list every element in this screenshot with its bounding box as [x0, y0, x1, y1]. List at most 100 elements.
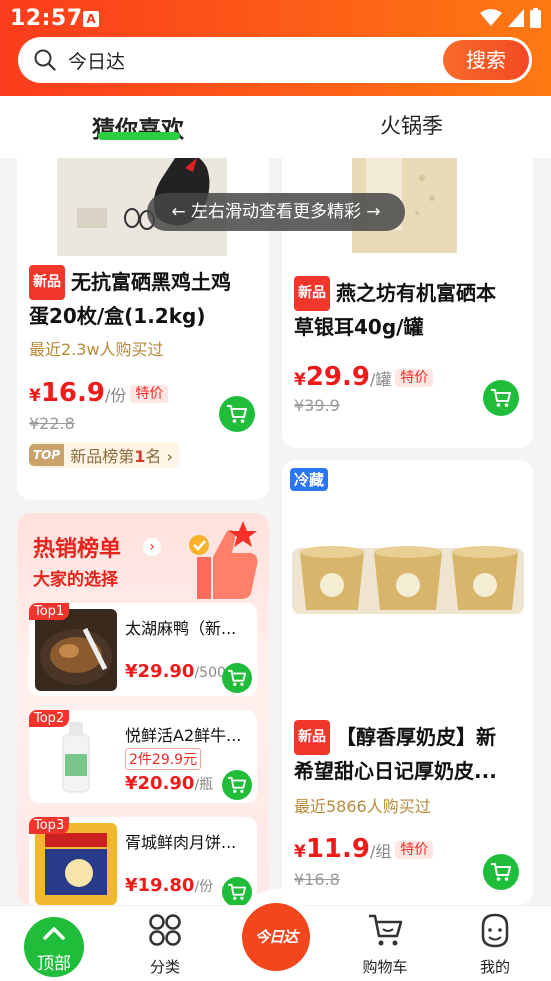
search-bar[interactable]: 搜索: [18, 37, 532, 83]
original-price: ¥22.8: [29, 414, 75, 433]
rank-tag: Top3: [29, 817, 70, 834]
hot-list[interactable]: 热销榜单 › 大家的选择 Top1 太湖麻鸭（新... ¥29.90/500g: [17, 513, 269, 905]
back-to-top-button[interactable]: 顶部: [24, 917, 84, 977]
title-line: 无抗富硒黑鸡土鸡: [71, 270, 231, 294]
new-tag: 新品: [294, 720, 330, 755]
rank-tag: Top2: [29, 710, 70, 727]
price-unit: /罐: [370, 370, 392, 389]
status-bar: 12:57 A: [0, 0, 551, 36]
title-line: 草银耳40g/罐: [294, 315, 424, 339]
nav-category-label: 分类: [149, 958, 180, 976]
price-unit: /组: [370, 842, 392, 861]
bottom-nav: 顶部 分类 今日达 购物车 我的: [0, 889, 551, 981]
user-profile-icon: [481, 913, 509, 948]
add-to-cart-button[interactable]: [483, 380, 519, 416]
back-to-top-label: 顶部: [37, 954, 71, 974]
cart-icon: [491, 863, 511, 881]
currency-symbol: ¥: [29, 386, 41, 406]
hot-list-item-1[interactable]: Top1 太湖麻鸭（新... ¥29.90/500g: [29, 603, 257, 696]
new-tag: 新品: [29, 265, 65, 300]
special-tag: 特价: [395, 369, 434, 387]
product-title-yogurt: 新品 【醇香厚奶皮】新希望甜心日记厚奶皮...: [294, 720, 526, 788]
rank-prefix: 新品榜第: [70, 447, 135, 466]
rank-badge[interactable]: TOP 新品榜第1名 ›: [29, 442, 179, 468]
nav-mine[interactable]: 我的: [450, 906, 540, 981]
price-unit: /份: [194, 879, 214, 895]
original-price: ¥16.8: [294, 870, 340, 889]
promo-tag: 2件29.9元: [125, 748, 202, 770]
price-value: ¥29.90: [125, 661, 195, 682]
signal-icon: [508, 9, 524, 27]
title-line: 【醇香厚奶皮】新: [336, 725, 496, 749]
title-line: 燕之坊有机富硒本: [336, 281, 496, 305]
chevron-right-icon: ›: [166, 447, 173, 466]
sold-count: 最近5866人购买过: [294, 797, 431, 816]
title-line: 希望甜心日记厚奶皮...: [294, 759, 497, 783]
price: ¥16.9/份 特价: [29, 378, 169, 408]
hot-list-item-2[interactable]: Top2 悦鲜活A2鲜牛... 2件29.9元 ¥20.90/瓶: [29, 710, 257, 803]
wifi-icon: [480, 9, 502, 26]
hot-item-price: ¥29.90/500g: [125, 661, 235, 682]
add-to-cart-button[interactable]: [222, 770, 252, 800]
arrow-right-icon: →: [366, 202, 381, 222]
search-button[interactable]: 搜索: [443, 40, 529, 80]
price-value: 29.9: [305, 362, 370, 392]
product-title-eggs: 新品 无抗富硒黑鸡土鸡 蛋20枚/盒(1.2kg): [29, 265, 261, 333]
hot-list-subtitle: 大家的选择: [33, 570, 118, 590]
hot-item-name: 太湖麻鸭（新...: [125, 619, 237, 638]
today-delivery-button[interactable]: 今日达: [240, 889, 312, 971]
price-value: ¥19.80: [125, 875, 195, 896]
cart-icon: [491, 389, 511, 407]
app-notification-icon: A: [83, 11, 99, 27]
product-feed[interactable]: 新品 无抗富硒黑鸡土鸡 蛋20枚/盒(1.2kg) 最近2.3w人购买过 ¥16.9…: [0, 158, 551, 905]
search-input[interactable]: [68, 45, 428, 75]
original-price: ¥39.9: [294, 396, 340, 415]
cart-icon: [227, 405, 247, 423]
hot-item-name: 悦鲜活A2鲜牛...: [125, 726, 242, 745]
product-image-mooncake: [35, 823, 117, 905]
product-title-tremella: 新品 燕之坊有机富硒本 草银耳40g/罐: [294, 276, 526, 344]
rank-tag: Top1: [29, 603, 70, 620]
rank-text: 新品榜第1名 ›: [70, 443, 173, 467]
add-to-cart-button[interactable]: [483, 854, 519, 890]
cart-icon: [228, 669, 246, 686]
swipe-hint: ← 左右滑动查看更多精彩 →: [147, 193, 405, 231]
hot-item-price: ¥20.90/瓶: [125, 773, 213, 794]
hot-list-item-3[interactable]: Top3 胥城鲜肉月饼... ¥19.80/份: [29, 817, 257, 905]
swipe-hint-text: 左右滑动查看更多精彩: [191, 202, 361, 222]
nav-category[interactable]: 分类: [120, 906, 210, 981]
nav-cart-label: 购物车: [362, 958, 408, 976]
shopping-cart-icon: [369, 914, 403, 946]
price-value: 11.9: [305, 834, 370, 864]
product-image-duck: [35, 609, 117, 691]
special-tag: 特价: [130, 385, 169, 403]
price-value: ¥20.90: [125, 773, 195, 794]
arrow-left-icon: ←: [171, 202, 186, 222]
search-icon: [34, 49, 56, 71]
category-tabs: 猜你喜欢 火锅季: [0, 96, 551, 158]
product-card-yogurt[interactable]: 冷藏 新品 【醇香厚奶皮】新 希望甜心日记厚奶皮... 最近5866人购买过 ¥11…: [282, 460, 533, 905]
hot-item-price: ¥19.80/份: [125, 875, 213, 896]
add-to-cart-button[interactable]: [219, 396, 255, 432]
status-icons: [480, 8, 541, 28]
rank-suffix: 名: [145, 447, 162, 466]
price: ¥29.9/罐 特价: [294, 362, 434, 392]
nav-cart[interactable]: 购物车: [340, 906, 430, 981]
thumbs-up-icon: [189, 521, 258, 599]
price-value: 16.9: [40, 378, 105, 408]
chevron-up-icon: [43, 927, 65, 940]
add-to-cart-button[interactable]: [222, 663, 252, 693]
currency-symbol: ¥: [294, 842, 306, 862]
top-badge: TOP: [29, 444, 65, 466]
special-tag: 特价: [395, 841, 434, 859]
today-delivery-label: 今日达: [242, 903, 310, 971]
price-unit: /瓶: [194, 777, 214, 793]
hot-list-title[interactable]: 热销榜单: [33, 531, 121, 563]
chevron-right-icon[interactable]: ›: [143, 538, 161, 556]
battery-icon: [530, 8, 541, 28]
price-unit: /份: [105, 386, 127, 405]
header: 12:57 A 搜索: [0, 0, 551, 96]
tab-hotpot-season[interactable]: 火锅季: [380, 110, 443, 140]
nav-mine-label: 我的: [479, 958, 510, 976]
product-image-yogurt: [282, 460, 533, 710]
